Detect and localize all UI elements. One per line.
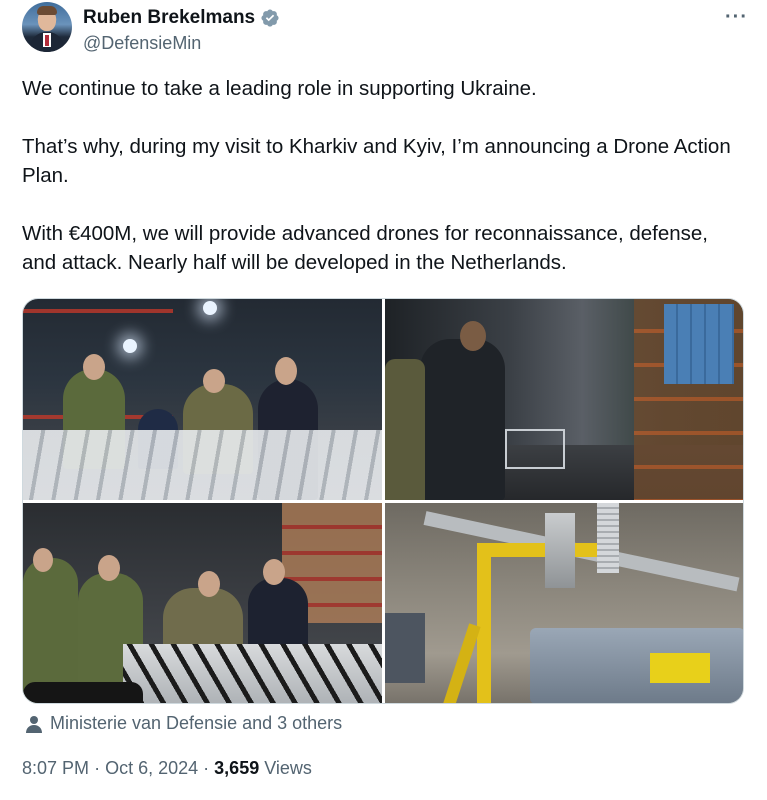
photo-detail [477,543,491,703]
display-name[interactable]: Ruben Brekelmans [83,7,255,29]
photo-detail [650,653,710,683]
photo-detail [530,628,743,703]
media-photo-1[interactable] [23,299,382,500]
name-row: Ruben Brekelmans [83,7,280,29]
photo-detail [203,301,217,315]
tweet-paragraph-2: That’s why, during my visit to Kharkiv a… [22,135,731,187]
photo-detail [597,503,619,573]
tweet-meta: 8:07 PM · Oct 6, 2024 · 3,659 Views [22,758,312,779]
photo-detail [385,359,425,500]
avatar-tie [45,35,49,46]
photo-detail [505,429,565,469]
verified-badge-icon [260,8,280,28]
tagged-users-text: Ministerie van Defensie and 3 others [50,713,343,733]
user-handle[interactable]: @DefensieMin [83,33,201,54]
photo-detail [263,559,285,585]
views-label: Views [264,758,312,778]
photo-detail [23,682,143,703]
photo-detail [33,548,53,572]
media-photo-4[interactable] [385,503,743,703]
photo-detail [83,354,105,380]
meta-separator: · [203,758,210,778]
photo-detail [385,613,425,683]
photo-detail [275,357,297,385]
tweet-time[interactable]: 8:07 PM [22,758,89,778]
photo-detail [664,304,734,384]
photo-detail [198,571,220,597]
meta-separator: · [94,758,101,778]
photo-detail [460,321,486,351]
tweet-body: We continue to take a leading role in su… [22,74,742,277]
photo-detail [420,339,505,500]
more-horizontal-icon[interactable]: ··· [725,6,748,29]
photo-detail [480,543,600,557]
media-grid [22,298,744,704]
views-count: 3,659 [214,758,260,778]
tweet-header: Ruben Brekelmans @DefensieMin ··· [22,2,752,58]
tweet-paragraph-1: We continue to take a leading role in su… [22,77,537,100]
tweet-date[interactable]: Oct 6, 2024 [105,758,198,778]
tagged-users[interactable]: Ministerie van Defensie and 3 others [26,713,342,734]
photo-detail [545,513,575,588]
photo-detail [123,644,382,703]
tweet-paragraph-3: With €400M, we will provide advanced dro… [22,222,708,274]
photo-detail [441,623,481,703]
media-photo-2[interactable] [385,299,743,500]
avatar-hair [37,6,57,15]
photo-detail [23,430,382,500]
photo-detail [98,555,120,581]
photo-detail [123,339,137,353]
media-photo-3[interactable] [23,503,382,703]
person-icon [26,715,42,733]
avatar[interactable] [22,2,72,52]
photo-detail [203,369,225,393]
